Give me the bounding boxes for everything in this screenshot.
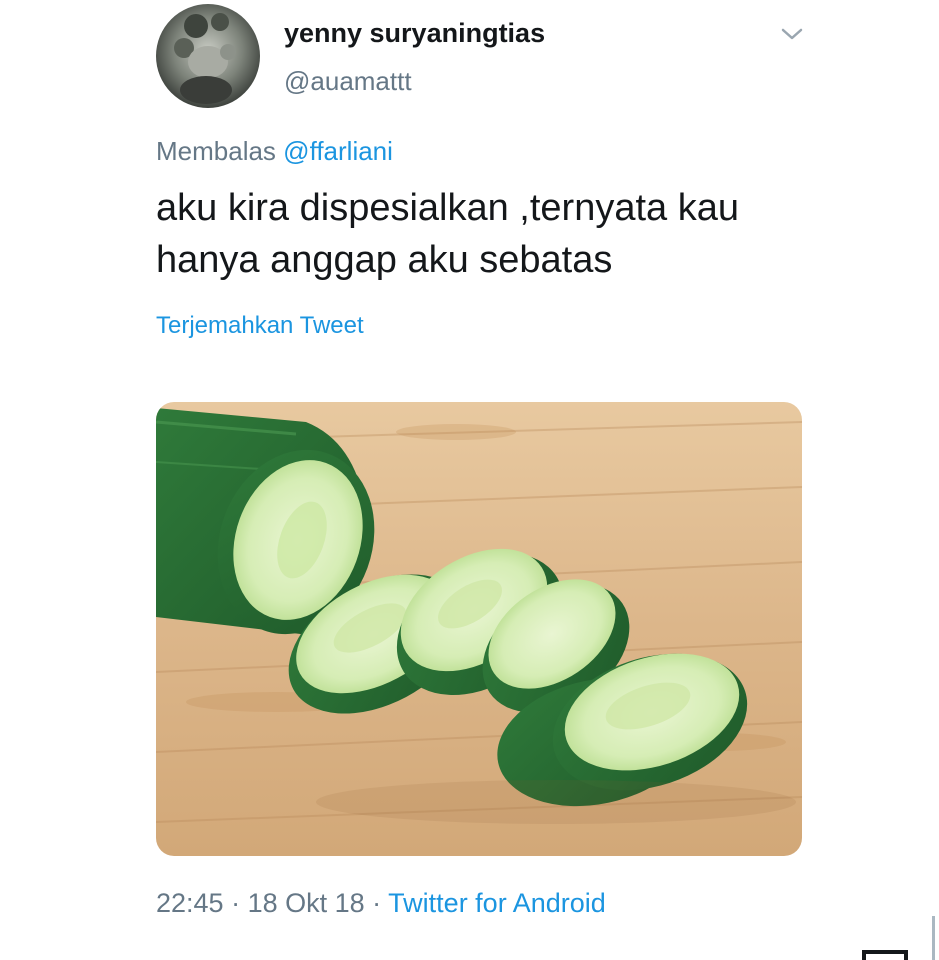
meta-separator: · <box>223 888 248 918</box>
author-handle[interactable]: @auamattt <box>284 66 412 97</box>
scrollbar[interactable] <box>932 916 935 960</box>
tweet-text: aku kira dispesialkan ,ternyata kau hany… <box>156 187 739 281</box>
nav-bar-icon[interactable] <box>862 950 908 960</box>
tweet-time: 22:45 <box>156 888 224 918</box>
avatar[interactable] <box>156 4 260 108</box>
tweet-media-image[interactable] <box>156 402 802 856</box>
meta-separator: · <box>364 888 389 918</box>
reply-prefix: Membalas <box>156 136 276 166</box>
chevron-down-icon[interactable] <box>780 24 804 44</box>
reply-mention-link[interactable]: @ffarliani <box>283 136 393 166</box>
tweet-date: 18 Okt 18 <box>247 888 365 918</box>
tweet-source-link[interactable]: Twitter for Android <box>388 888 606 918</box>
reply-context: Membalas @ffarliani <box>156 136 393 167</box>
translate-tweet-link[interactable]: Terjemahkan Tweet <box>156 312 364 340</box>
profile-photo-icon <box>156 4 260 108</box>
cucumber-slices-photo-icon <box>156 402 802 856</box>
tweet-meta: 22:45 · 18 Okt 18 · Twitter for Android <box>156 888 606 919</box>
author-display-name[interactable]: yenny suryaningtias <box>284 18 545 49</box>
